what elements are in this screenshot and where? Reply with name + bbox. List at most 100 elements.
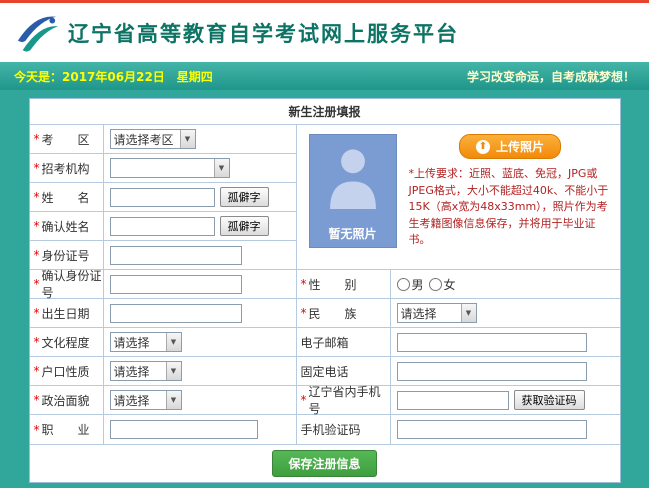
registration-form-panel: 新生注册填报 * 考 区 请选择考区 ▼ * 招考机构 ▼ * 姓 名 孤僻字 … bbox=[28, 98, 621, 483]
ethnicity-label: * 民 族 bbox=[297, 299, 391, 327]
landline-label: 固定电话 bbox=[297, 357, 391, 385]
form-row: * 姓 名 孤僻字 bbox=[29, 183, 296, 212]
photo-section: 暂无照片 ⬆ 上传照片 *上传要求：近照、蓝底、免冠，JPG或JPEG格式，大小… bbox=[296, 125, 620, 270]
chevron-down-icon: ▼ bbox=[179, 130, 195, 148]
gender-female-radio[interactable] bbox=[428, 277, 442, 291]
sms-code-input[interactable] bbox=[396, 420, 587, 439]
required-mark: * bbox=[300, 393, 307, 407]
upload-arrow-icon: ⬆ bbox=[475, 139, 490, 154]
label-text: 政治面貌 bbox=[41, 393, 90, 408]
form-row: 电子邮箱 bbox=[296, 328, 620, 357]
form-row: * 政治面貌 请选择 ▼ bbox=[29, 386, 296, 415]
chevron-down-icon: ▼ bbox=[165, 391, 181, 409]
birth-date-label: * 出生日期 bbox=[30, 299, 104, 327]
ethnicity-select[interactable]: 请选择 ▼ bbox=[396, 303, 477, 323]
exam-area-select[interactable]: 请选择考区 ▼ bbox=[109, 129, 196, 149]
name-label: * 姓 名 bbox=[30, 183, 104, 211]
occupation-label: * 职 业 bbox=[30, 415, 104, 444]
education-label: * 文化程度 bbox=[30, 328, 104, 356]
email-input[interactable] bbox=[396, 332, 587, 352]
mobile-input[interactable] bbox=[396, 390, 509, 410]
label-text: 户口性质 bbox=[41, 364, 90, 379]
confirm-name-label: * 确认姓名 bbox=[30, 212, 104, 240]
mobile-label: * 辽宁省内手机号 bbox=[297, 385, 391, 416]
photo-placeholder: 暂无照片 bbox=[308, 134, 397, 248]
occupation-input[interactable] bbox=[109, 420, 258, 439]
recruit-org-label: * 招考机构 bbox=[30, 154, 104, 182]
id-number-input[interactable] bbox=[109, 245, 242, 265]
exam-area-label: * 考 区 bbox=[30, 125, 104, 153]
upload-requirements-text: *上传要求：近照、蓝底、免冠，JPG或JPEG格式，大小不能超过40k、不能小于… bbox=[408, 167, 609, 246]
current-date: 今天是：2017年06月22日 星期四 bbox=[14, 69, 213, 84]
confirm-name-input[interactable] bbox=[109, 216, 215, 236]
form-right-column: 暂无照片 ⬆ 上传照片 *上传要求：近照、蓝底、免冠，JPG或JPEG格式，大小… bbox=[295, 125, 620, 444]
select-value: 请选择 bbox=[113, 335, 150, 350]
political-label: * 政治面貌 bbox=[30, 386, 104, 414]
label-text: 文化程度 bbox=[41, 335, 90, 350]
required-mark: * bbox=[33, 277, 40, 291]
save-button[interactable]: 保存注册信息 bbox=[272, 450, 377, 477]
confirm-name-field: 孤僻字 bbox=[104, 212, 296, 240]
label-text: 考 区 bbox=[41, 132, 90, 147]
footer bbox=[0, 488, 649, 500]
required-mark: * bbox=[33, 306, 40, 320]
form-row: * 性 别 男 女 bbox=[296, 270, 620, 299]
select-value: 请选择考区 bbox=[113, 132, 174, 147]
upload-photo-button[interactable]: ⬆ 上传照片 bbox=[458, 134, 561, 159]
landline-input[interactable] bbox=[396, 361, 587, 381]
form-row: * 身份证号 bbox=[29, 241, 296, 270]
recruit-org-select[interactable]: ▼ bbox=[109, 158, 230, 178]
chevron-down-icon: ▼ bbox=[165, 362, 181, 380]
upload-photo-label: 上传照片 bbox=[495, 140, 544, 154]
form-row: * 户口性质 请选择 ▼ bbox=[29, 357, 296, 386]
page: 辽宁省高等教育自学考试网上服务平台 今天是：2017年06月22日 星期四 学习… bbox=[0, 0, 649, 500]
recruit-org-field: ▼ bbox=[104, 154, 296, 182]
select-value: 请选择 bbox=[113, 393, 150, 408]
political-field: 请选择 ▼ bbox=[104, 386, 296, 414]
rare-char-button[interactable]: 孤僻字 bbox=[219, 216, 269, 236]
name-input[interactable] bbox=[109, 187, 215, 207]
household-label: * 户口性质 bbox=[30, 357, 104, 385]
required-mark: * bbox=[300, 306, 307, 320]
site-title: 辽宁省高等教育自学考试网上服务平台 bbox=[68, 21, 459, 46]
site-logo-icon bbox=[17, 15, 59, 52]
education-select[interactable]: 请选择 ▼ bbox=[109, 332, 182, 352]
rare-char-button[interactable]: 孤僻字 bbox=[219, 187, 269, 207]
header: 辽宁省高等教育自学考试网上服务平台 bbox=[0, 3, 649, 62]
gender-male-radio[interactable] bbox=[396, 277, 410, 291]
main-area: 新生注册填报 * 考 区 请选择考区 ▼ * 招考机构 ▼ * 姓 名 孤僻字 … bbox=[0, 90, 649, 488]
get-captcha-button[interactable]: 获取验证码 bbox=[513, 390, 585, 410]
form-left-column: * 考 区 请选择考区 ▼ * 招考机构 ▼ * 姓 名 孤僻字 * 确认姓名 … bbox=[29, 125, 296, 444]
form-row: * 文化程度 请选择 ▼ bbox=[29, 328, 296, 357]
form-row: * 招考机构 ▼ bbox=[29, 154, 296, 183]
occupation-field bbox=[104, 415, 296, 444]
form-row: 固定电话 bbox=[296, 357, 620, 386]
label-text: 手机验证码 bbox=[300, 423, 361, 437]
form-row: * 辽宁省内手机号 获取验证码 bbox=[296, 385, 620, 416]
household-select[interactable]: 请选择 ▼ bbox=[109, 361, 182, 381]
birth-date-input[interactable] bbox=[109, 303, 242, 323]
label-text: 固定电话 bbox=[300, 364, 349, 379]
label-text: 姓 名 bbox=[41, 190, 90, 205]
label-text: 确认身份证号 bbox=[41, 269, 102, 300]
label-text: 出生日期 bbox=[41, 306, 90, 321]
required-mark: * bbox=[33, 364, 40, 378]
email-field bbox=[391, 328, 620, 356]
form-title: 新生注册填报 bbox=[29, 99, 620, 125]
gender-male-option[interactable]: 男 bbox=[396, 276, 424, 293]
chevron-down-icon: ▼ bbox=[460, 304, 476, 322]
political-select[interactable]: 请选择 ▼ bbox=[109, 390, 182, 410]
household-field: 请选择 ▼ bbox=[104, 357, 296, 385]
form-row: * 民 族 请选择 ▼ bbox=[296, 299, 620, 328]
chevron-down-icon: ▼ bbox=[213, 159, 229, 177]
gender-female-option[interactable]: 女 bbox=[428, 276, 456, 293]
label-text: 辽宁省内手机号 bbox=[308, 385, 381, 416]
required-mark: * bbox=[33, 190, 40, 204]
required-mark: * bbox=[33, 161, 40, 175]
gender-field: 男 女 bbox=[391, 270, 620, 298]
education-field: 请选择 ▼ bbox=[104, 328, 296, 356]
confirm-id-input[interactable] bbox=[109, 274, 242, 294]
required-mark: * bbox=[33, 393, 40, 407]
required-mark: * bbox=[33, 132, 40, 146]
form-row: * 确认身份证号 bbox=[29, 269, 296, 300]
